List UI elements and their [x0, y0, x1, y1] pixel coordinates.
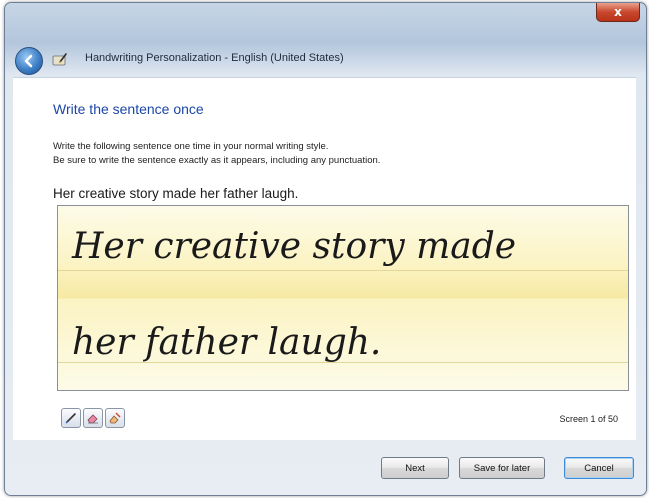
ink-line-2: her father laugh. — [72, 322, 381, 363]
wizard-window: x Handwriting Personalization - English … — [4, 2, 647, 496]
window-title: Handwriting Personalization - English (U… — [85, 52, 344, 64]
page-heading: Write the sentence once — [53, 101, 204, 117]
pen-tablet-icon — [52, 53, 67, 66]
ink-line-1: Her creative story made — [71, 226, 516, 267]
save-for-later-button[interactable]: Save for later — [459, 457, 545, 479]
pen-tool-button[interactable] — [61, 408, 81, 428]
screen-counter: Screen 1 of 50 — [559, 414, 618, 424]
eraser-tool-button[interactable] — [83, 408, 103, 428]
wizard-footer: Next Save for later Cancel — [13, 441, 636, 489]
wizard-content: Write the sentence once Write the follow… — [13, 77, 636, 440]
eraser-icon — [87, 414, 98, 424]
clear-icon — [109, 412, 121, 424]
close-button[interactable]: x — [596, 3, 640, 22]
back-arrow-icon — [24, 54, 33, 68]
pen-icon — [65, 413, 76, 424]
instruction-text-2: Be sure to write the sentence exactly as… — [53, 155, 381, 166]
back-button[interactable] — [15, 47, 43, 75]
sample-sentence: Her creative story made her father laugh… — [53, 186, 299, 201]
cancel-button[interactable]: Cancel — [564, 457, 634, 479]
handwriting-input-area[interactable]: Her creative story made her father laugh… — [57, 205, 629, 391]
close-icon: x — [614, 5, 622, 19]
next-button[interactable]: Next — [381, 457, 449, 479]
clear-tool-button[interactable] — [105, 408, 125, 428]
ink-tools — [61, 408, 125, 428]
handwriting-ink: Her creative story made her father laugh… — [71, 226, 516, 363]
instruction-text: Write the following sentence one time in… — [53, 141, 329, 152]
